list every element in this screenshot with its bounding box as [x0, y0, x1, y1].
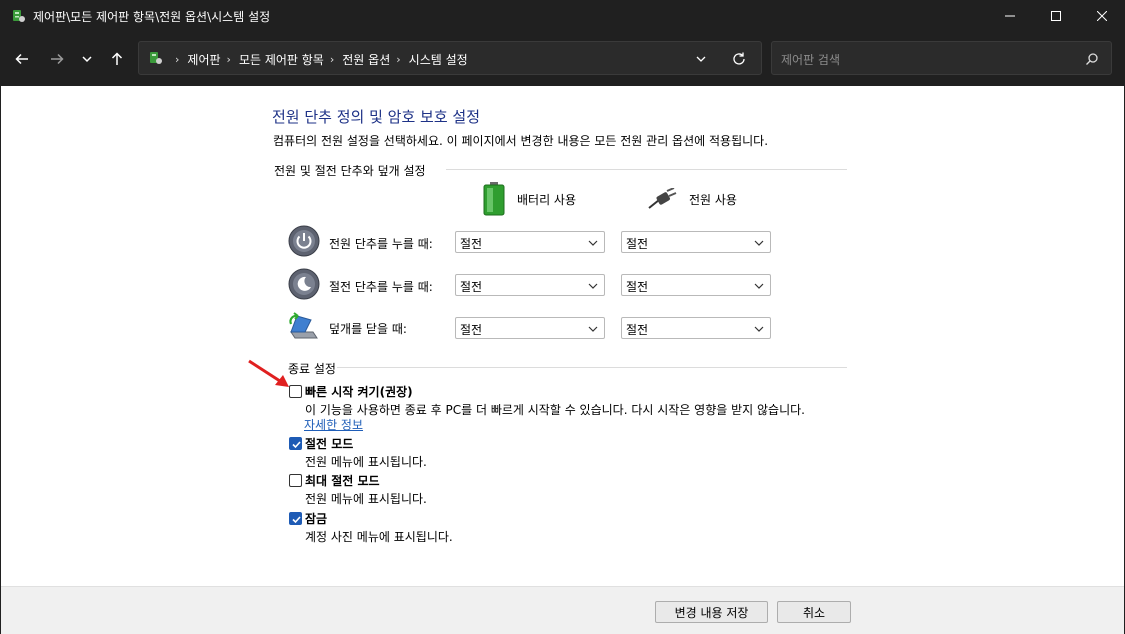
breadcrumb-separator[interactable]: ›	[227, 53, 231, 66]
lid-close-label: 덮개를 닫을 때:	[329, 322, 407, 336]
arrow-left-icon	[15, 53, 28, 65]
checkmark-icon	[292, 441, 301, 449]
search-icon[interactable]	[1084, 51, 1100, 67]
maximize-icon	[1051, 11, 1061, 21]
lock-description: 계정 사진 메뉴에 표시됩니다.	[305, 530, 453, 544]
chevron-down-icon	[82, 56, 92, 63]
fast-startup-label[interactable]: 빠른 시작 켜기(권장)	[305, 383, 413, 400]
breadcrumb-item[interactable]: 시스템 설정	[409, 51, 468, 68]
refresh-icon[interactable]	[730, 50, 748, 68]
search-placeholder: 제어판 검색	[781, 53, 841, 67]
page-title: 전원 단추 정의 및 암호 보호 설정	[272, 108, 481, 126]
up-button[interactable]	[104, 46, 130, 72]
annotation-arrow-icon	[248, 359, 289, 387]
laptop-lid-icon	[289, 312, 318, 339]
sleep-label[interactable]: 절전 모드	[305, 435, 353, 452]
close-icon	[1097, 11, 1107, 21]
control-panel-icon	[150, 52, 162, 64]
power-button-battery-select[interactable]: 절전	[455, 231, 605, 253]
more-info-link[interactable]: 자세한 정보	[304, 416, 363, 433]
select-value: 절전	[460, 280, 483, 294]
select-value: 절전	[460, 237, 483, 251]
breadcrumb-item[interactable]: 제어판	[187, 51, 220, 68]
plugged-column-header: 전원 사용	[647, 188, 737, 210]
save-changes-button[interactable]: 변경 내용 저장	[655, 601, 768, 623]
maximize-button[interactable]	[1033, 0, 1079, 32]
recent-locations-button[interactable]	[74, 46, 100, 72]
sleep-button-plugged-select[interactable]: 절전	[621, 274, 771, 296]
battery-icon	[483, 182, 505, 216]
power-button-plugged-select[interactable]: 절전	[621, 231, 771, 253]
power-plug-icon	[648, 188, 677, 209]
chevron-down-icon	[754, 283, 764, 289]
window-title: 제어판\모든 제어판 항목\전원 옵션\시스템 설정	[33, 10, 271, 24]
breadcrumb: › 제어판 › 모든 제어판 항목 › 전원 옵션 › 시스템 설정	[169, 51, 468, 68]
select-value: 절전	[460, 323, 483, 337]
hibernate-checkbox[interactable]	[289, 474, 302, 487]
control-panel-window: 제어판\모든 제어판 항목\전원 옵션\시스템 설정 › 제어판 › 모든 제어…	[0, 0, 1125, 634]
power-section-title: 전원 및 절전 단추와 덮개 설정	[274, 164, 426, 178]
fast-startup-checkbox[interactable]	[289, 385, 302, 398]
page-description: 컴퓨터의 전원 설정을 선택하세요. 이 페이지에서 변경한 내용은 모든 전원…	[273, 134, 769, 148]
section-divider	[446, 169, 847, 170]
chevron-down-icon	[588, 240, 598, 246]
select-value: 절전	[626, 323, 649, 337]
navigation-bar: › 제어판 › 모든 제어판 항목 › 전원 옵션 › 시스템 설정 제어판 검…	[0, 32, 1125, 86]
lid-close-plugged-select[interactable]: 절전	[621, 317, 771, 339]
plugged-column-label: 전원 사용	[689, 192, 737, 207]
chevron-down-icon	[588, 326, 598, 332]
arrow-up-icon	[111, 52, 123, 65]
cancel-button[interactable]: 취소	[777, 601, 851, 623]
chevron-down-icon	[754, 326, 764, 332]
select-value: 절전	[626, 237, 649, 251]
content-pane: 전원 단추 정의 및 암호 보호 설정 컴퓨터의 전원 설정을 선택하세요. 이…	[1, 86, 1124, 634]
hibernate-description: 전원 메뉴에 표시됩니다.	[305, 492, 427, 506]
address-dropdown-icon[interactable]	[693, 51, 709, 67]
lid-close-battery-select[interactable]: 절전	[455, 317, 605, 339]
breadcrumb-separator[interactable]: ›	[330, 53, 334, 66]
forward-button[interactable]	[44, 46, 70, 72]
power-button-label: 전원 단추를 누를 때:	[329, 237, 433, 251]
minimize-icon	[1005, 15, 1015, 17]
section-divider	[337, 367, 847, 368]
address-bar[interactable]: › 제어판 › 모든 제어판 항목 › 전원 옵션 › 시스템 설정	[138, 41, 762, 75]
shutdown-section-title: 종료 설정	[288, 362, 336, 376]
chevron-down-icon	[588, 283, 598, 289]
breadcrumb-separator[interactable]: ›	[396, 53, 400, 66]
fast-startup-description: 이 기능을 사용하면 종료 후 PC를 더 빠르게 시작할 수 있습니다. 다시…	[305, 403, 805, 417]
checkmark-icon	[292, 516, 301, 524]
breadcrumb-separator: ›	[175, 53, 180, 66]
lock-checkbox[interactable]	[289, 512, 302, 525]
sleep-description: 전원 메뉴에 표시됩니다.	[305, 455, 427, 469]
select-value: 절전	[626, 280, 649, 294]
footer-bar: 변경 내용 저장 취소	[1, 587, 1124, 634]
sleep-checkbox[interactable]	[289, 437, 302, 450]
breadcrumb-item[interactable]: 전원 옵션	[342, 51, 390, 68]
title-bar: 제어판\모든 제어판 항목\전원 옵션\시스템 설정	[0, 0, 1125, 32]
sleep-button-battery-select[interactable]: 절전	[455, 274, 605, 296]
breadcrumb-item[interactable]: 모든 제어판 항목	[239, 51, 324, 68]
hibernate-label[interactable]: 최대 절전 모드	[305, 472, 380, 489]
control-panel-icon	[13, 10, 25, 22]
chevron-down-icon	[754, 240, 764, 246]
battery-column-label: 배터리 사용	[517, 192, 577, 207]
search-box[interactable]: 제어판 검색	[771, 41, 1112, 75]
close-button[interactable]	[1079, 0, 1125, 32]
back-button[interactable]	[9, 46, 35, 72]
lock-label[interactable]: 잠금	[305, 510, 327, 527]
minimize-button[interactable]	[987, 0, 1033, 32]
power-button-icon	[288, 225, 320, 257]
battery-column-header: 배터리 사용	[483, 182, 576, 216]
sleep-button-label: 절전 단추를 누를 때:	[329, 280, 433, 294]
sleep-button-icon	[288, 268, 320, 300]
arrow-right-icon	[51, 53, 64, 65]
